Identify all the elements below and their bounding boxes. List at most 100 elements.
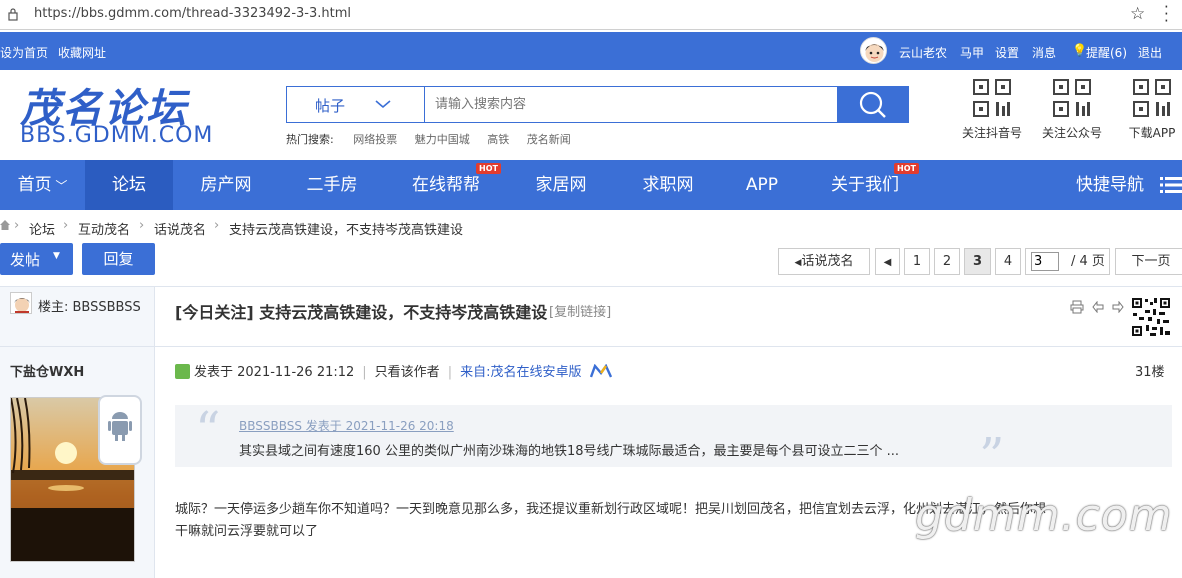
alt-account-link[interactable]: 马甲 <box>960 44 984 61</box>
next-page-button[interactable]: 下一页 <box>1115 248 1182 275</box>
hot-badge: HOT <box>476 163 501 174</box>
qr-code-icon <box>973 79 1011 117</box>
op-label: 楼主: BBSSBBSS <box>38 300 141 315</box>
page-button[interactable]: 1 <box>904 248 930 275</box>
nav-label: 家居网 <box>535 175 587 195</box>
post-source-link[interactable]: 来自:茂名在线安卓版 <box>460 365 581 380</box>
page-button[interactable]: 2 <box>934 248 960 275</box>
messages-link[interactable]: 消息 <box>1032 44 1056 61</box>
quote-close-icon: ” <box>979 427 1005 485</box>
search-input[interactable] <box>427 87 837 122</box>
search-type-select[interactable]: 帖子 <box>287 87 425 122</box>
print-icon[interactable] <box>1070 300 1084 314</box>
hot-search-item[interactable]: 魅力中国城 <box>415 133 470 146</box>
copy-link[interactable]: [复制链接] <box>549 301 611 320</box>
quick-nav-label: 快捷导航 <box>1076 175 1144 195</box>
hot-search-label: 热门搜索: <box>286 133 334 146</box>
breadcrumb-board[interactable]: 话说茂名 <box>154 219 206 238</box>
page-info-icon[interactable] <box>8 7 18 21</box>
quote-author[interactable]: BBSSBBSS 发表于 2021-11-26 20:18 <box>239 417 454 434</box>
username-link[interactable]: 云山老农 <box>899 44 947 61</box>
home-icon[interactable] <box>0 220 10 230</box>
prev-thread-icon[interactable] <box>1092 301 1104 313</box>
breadcrumb-separator: › <box>14 218 20 233</box>
floor-number[interactable]: 31楼 <box>1135 361 1165 380</box>
quick-nav[interactable]: 快捷导航 <box>1062 160 1158 210</box>
reply-label: 回复 <box>103 250 134 268</box>
bulb-icon: 💡 <box>1072 43 1087 57</box>
reply-button[interactable]: 回复 <box>82 243 155 275</box>
app-qr[interactable]: 下载APP <box>1112 78 1182 148</box>
hot-search-item[interactable]: 网络投票 <box>353 133 397 146</box>
page-jump-input[interactable] <box>1031 252 1059 271</box>
nav-item-property[interactable]: 房产网 <box>173 160 279 210</box>
android-device-icon <box>98 395 142 465</box>
main-nav: 首页 ﹀ 论坛 房产网 二手房 在线帮帮 HOT 家居网 求职网 APP 关于我… <box>0 160 1182 210</box>
user-avatar[interactable] <box>860 37 887 64</box>
nav-item-jobs[interactable]: 求职网 <box>615 160 721 210</box>
nav-label: 二手房 <box>306 175 358 195</box>
page-total: / 4 页 <box>1071 254 1105 269</box>
breadcrumb-interactive[interactable]: 互动茂名 <box>78 219 130 238</box>
thread-qr-icon[interactable] <box>1130 296 1172 338</box>
wechat-qr[interactable]: 关注公众号 <box>1032 78 1112 148</box>
post-author-name[interactable]: 下盐仓WXH <box>10 361 84 380</box>
page-button[interactable]: 4 <box>995 248 1021 275</box>
divider <box>0 346 155 347</box>
next-label: 下一页 <box>1131 254 1171 269</box>
breadcrumb-thread[interactable]: 支持云茂高铁建设，不支持岑茂高铁建设 <box>229 219 463 238</box>
nav-label: APP <box>745 175 779 195</box>
new-post-label: 发帖 <box>10 251 41 269</box>
breadcrumb-separator: › <box>214 218 220 233</box>
hot-badge: HOT <box>894 163 919 174</box>
post-body-line: 干嘛就问云浮要就可以了 <box>175 524 319 539</box>
logo-english[interactable]: BBS.GDMM.COM <box>20 123 213 148</box>
page-button-current[interactable]: 3 <box>964 248 991 275</box>
watermark: gdmm.com <box>915 490 1173 541</box>
set-home-link[interactable]: 设为首页 <box>0 44 48 61</box>
bookmark-link[interactable]: 收藏网址 <box>58 44 106 61</box>
settings-link[interactable]: 设置 <box>995 44 1019 61</box>
nav-label: 求职网 <box>642 175 694 195</box>
hot-search-item[interactable]: 茂名新闻 <box>527 133 571 146</box>
nav-item-home[interactable]: 首页 ﹀ <box>0 160 85 210</box>
qr-code-icon <box>1133 79 1171 117</box>
prev-page-button[interactable]: ◀ <box>875 248 900 275</box>
quote-open-icon: “ <box>195 401 221 459</box>
bookmark-star-icon[interactable]: ☆ <box>1130 4 1145 24</box>
browser-menu-icon[interactable]: · · · <box>1164 0 1169 29</box>
hot-search-item[interactable]: 高铁 <box>487 133 509 146</box>
only-author-link[interactable]: 只看该作者 <box>375 365 440 380</box>
douyin-qr[interactable]: 关注抖音号 <box>952 78 1032 148</box>
next-thread-icon[interactable] <box>1112 301 1124 313</box>
nav-item-app[interactable]: APP <box>721 160 803 210</box>
hot-search: 热门搜索: 网络投票 魅力中国城 高铁 茂名新闻 <box>286 131 585 147</box>
app-logo-icon <box>589 363 612 378</box>
reminder-link[interactable]: 提醒(6) <box>1086 44 1127 61</box>
nav-item-forum[interactable]: 论坛 <box>85 160 173 210</box>
caret-left-icon: ◀ <box>883 257 892 268</box>
qr-label: 下载APP <box>1128 126 1176 140</box>
url-text[interactable]: https://bbs.gdmm.com/thread-3323492-3-3.… <box>34 6 351 21</box>
qr-label: 关注公众号 <box>1041 126 1102 140</box>
nav-item-second-hand[interactable]: 二手房 <box>279 160 385 210</box>
nav-label: 论坛 <box>112 175 146 195</box>
search-type-label: 帖子 <box>315 97 346 115</box>
breadcrumb-forum[interactable]: 论坛 <box>29 219 55 238</box>
menu-icon[interactable] <box>1160 177 1182 193</box>
op-avatar[interactable] <box>10 292 32 314</box>
search-button[interactable] <box>837 86 909 123</box>
post-body: 城际？一天停运多少趟车你不知道吗？一天到晚意见那么多，我还提议重新划行政区域呢！… <box>175 499 1046 543</box>
logout-link[interactable]: 退出 <box>1138 44 1162 61</box>
online-status-icon <box>175 364 190 379</box>
qr-label: 关注抖音号 <box>961 126 1022 140</box>
browser-address-bar: https://bbs.gdmm.com/thread-3323492-3-3.… <box>0 0 1182 30</box>
back-label: 话说茂名 <box>801 254 854 269</box>
chevron-down-icon: ﹀ <box>51 179 68 193</box>
nav-label: 房产网 <box>200 175 252 195</box>
search-box: 帖子 <box>286 86 909 123</box>
nav-item-home-decor[interactable]: 家居网 <box>507 160 615 210</box>
search-icon <box>859 91 886 118</box>
new-post-button[interactable]: 发帖 ▼ <box>0 243 73 275</box>
back-to-board-button[interactable]: ◀话说茂名 <box>778 248 870 275</box>
